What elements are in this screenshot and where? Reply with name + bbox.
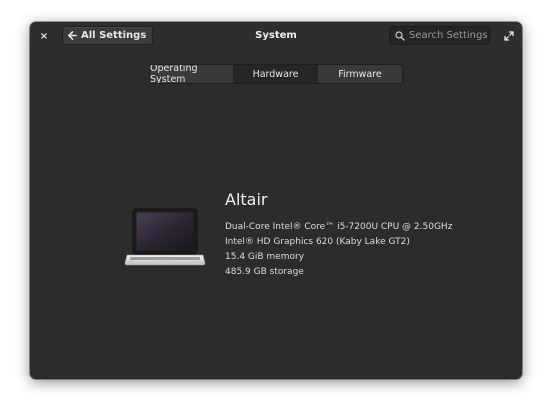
device-info: Altair Dual-Core Intel® Core™ i5-7200U C… <box>225 190 452 280</box>
tab-firmware[interactable]: Firmware <box>318 65 402 83</box>
search-input[interactable] <box>409 30 491 41</box>
cpu-spec: Dual-Core Intel® Core™ i5-7200U CPU @ 2.… <box>225 222 453 232</box>
settings-window: × All Settings System Operating System H… <box>30 22 522 379</box>
titlebar: × All Settings System <box>30 22 522 50</box>
tab-operating-system[interactable]: Operating System <box>150 65 234 83</box>
tab-hardware[interactable]: Hardware <box>234 65 318 83</box>
maximize-icon <box>504 31 514 41</box>
laptop-icon <box>124 208 206 274</box>
hostname: Altair <box>225 190 268 209</box>
maximize-button[interactable] <box>501 28 517 44</box>
memory-spec: 15.4 GiB memory <box>225 252 305 262</box>
search-icon <box>395 30 405 41</box>
section-tabs: Operating System Hardware Firmware <box>149 64 403 84</box>
search-field[interactable] <box>389 26 491 45</box>
graphics-spec: Intel® HD Graphics 620 (Kaby Lake GT2) <box>225 237 410 247</box>
storage-spec: 485.9 GB storage <box>225 267 304 277</box>
